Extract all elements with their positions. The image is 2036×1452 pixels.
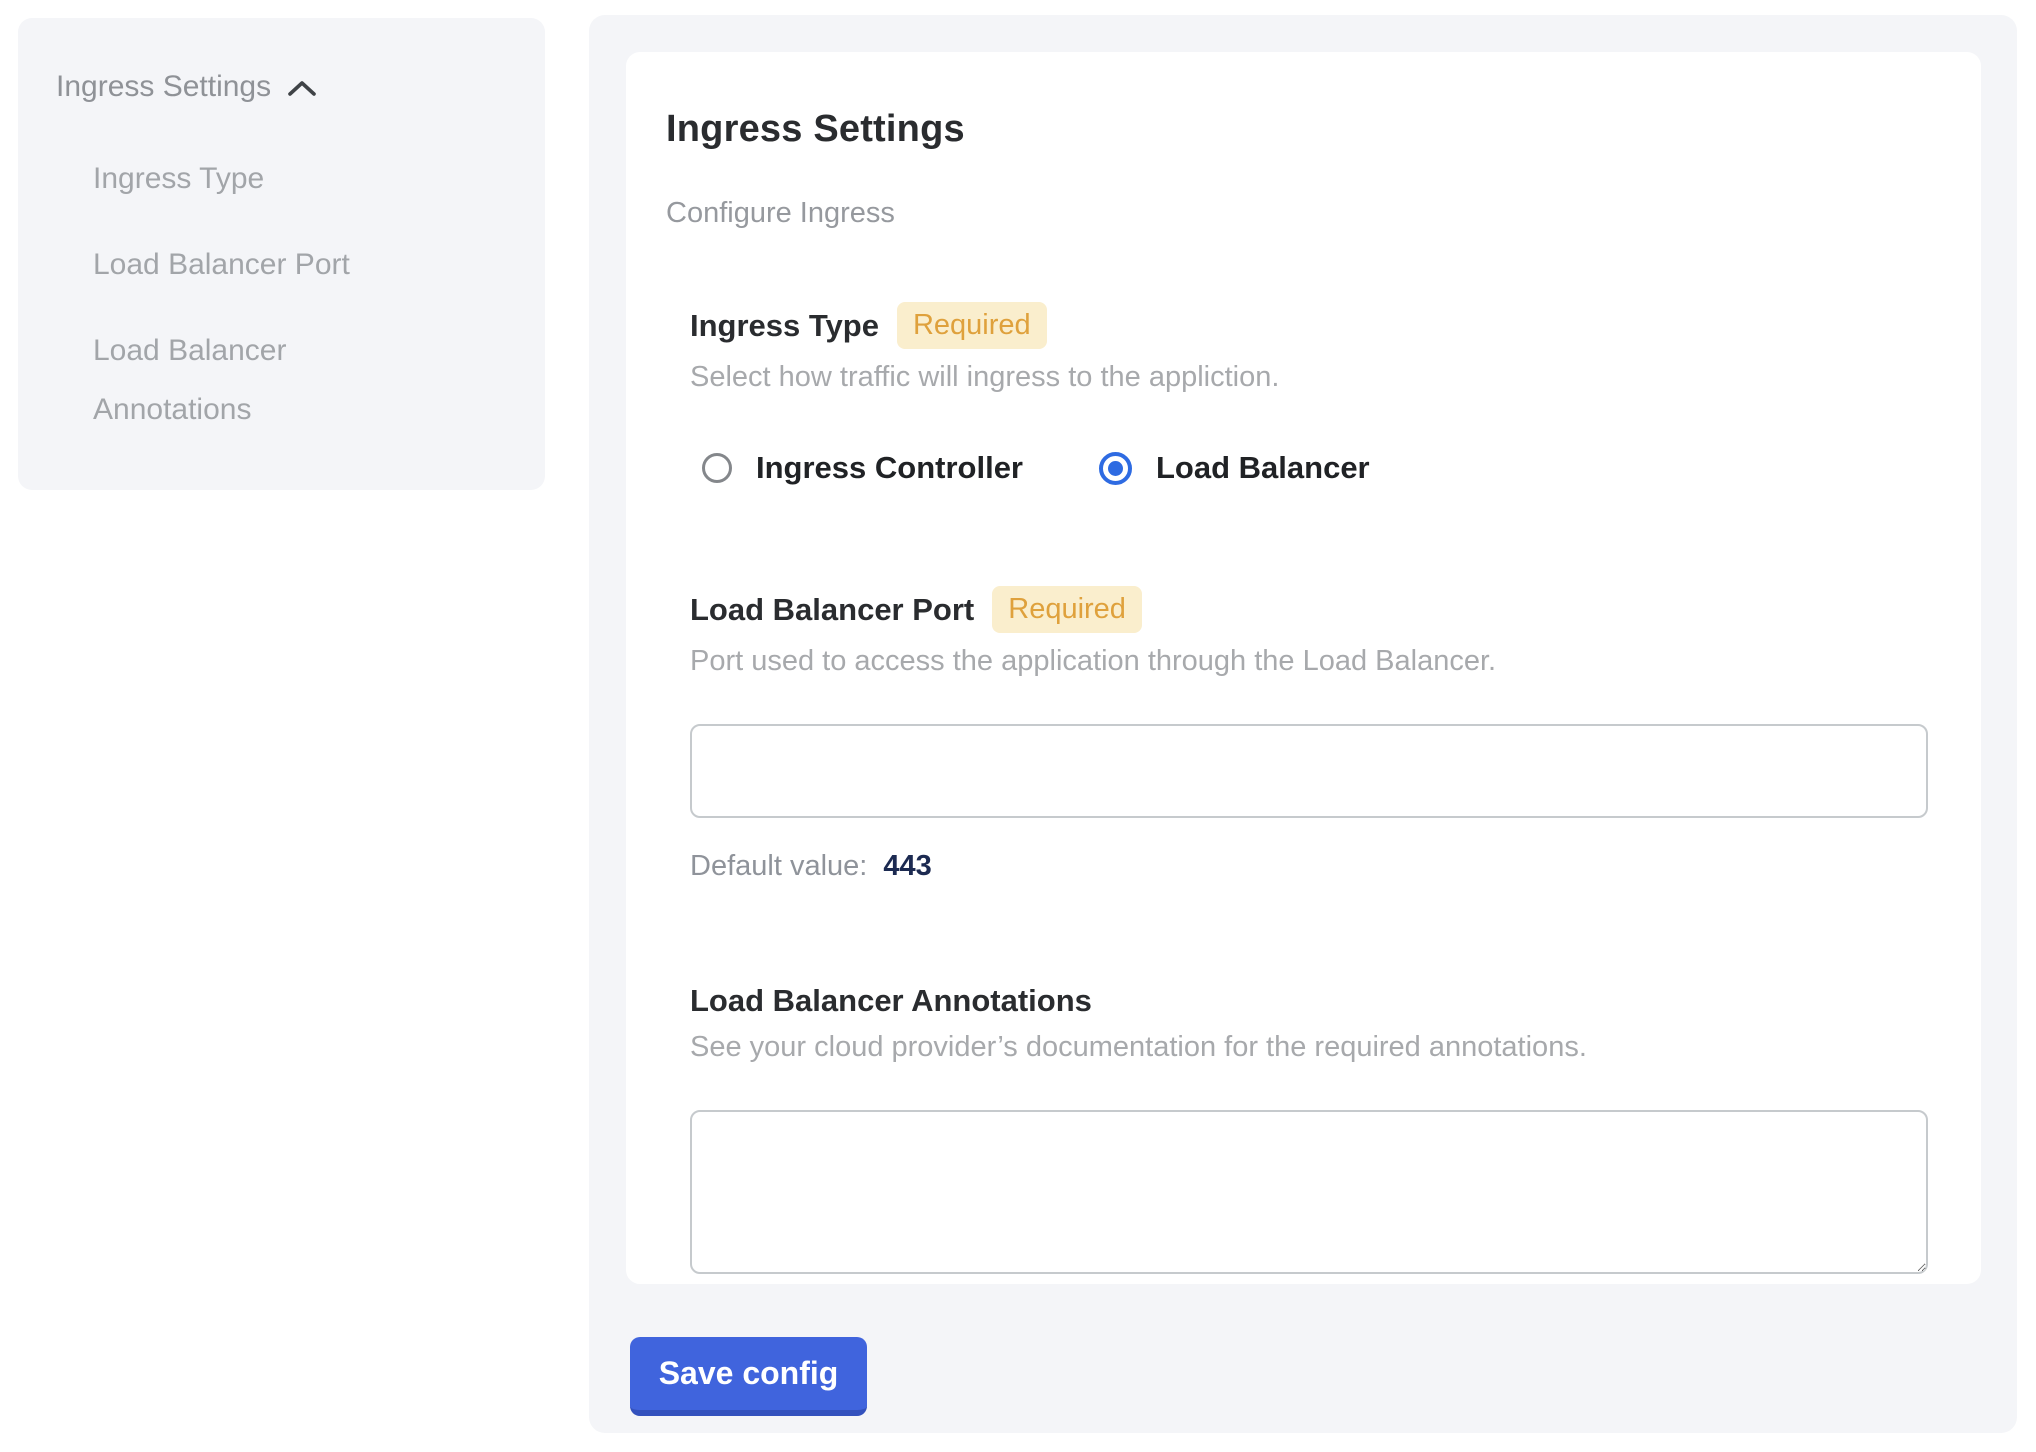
page-title: Ingress Settings [666,108,1941,151]
sidebar-item-load-balancer-annotations[interactable]: Load Balancer Annotations [93,321,438,439]
lb-annotations-description: See your cloud provider’s documentation … [690,1031,1941,1064]
ingress-type-label-row: Ingress Type Required [690,302,1941,349]
settings-sidebar: Ingress Settings Ingress Type Load Balan… [18,18,545,490]
section-load-balancer-annotations: Load Balancer Annotations See your cloud… [690,983,1941,1274]
page-subtitle: Configure Ingress [666,197,1941,230]
section-load-balancer-port: Load Balancer Port Required Port used to… [690,586,1941,883]
main-panel: Ingress Settings Configure Ingress Ingre… [589,15,2017,1433]
lb-port-label-row: Load Balancer Port Required [690,586,1941,633]
default-value: 443 [883,850,931,882]
ingress-type-label: Ingress Type [690,308,879,344]
sidebar-items: Ingress Type Load Balancer Port Load Bal… [56,149,507,439]
required-badge: Required [992,586,1142,633]
sidebar-group-ingress-settings[interactable]: Ingress Settings [56,70,507,104]
radio-label-ingress-controller: Ingress Controller [756,450,1023,486]
sidebar-item-ingress-type[interactable]: Ingress Type [93,149,438,208]
lb-port-default-line: Default value: 443 [690,850,1941,883]
ingress-type-description: Select how traffic will ingress to the a… [690,361,1941,394]
lb-annotations-textarea[interactable] [690,1110,1928,1274]
radio-label-load-balancer: Load Balancer [1156,450,1370,486]
radio-option-ingress-controller[interactable]: Ingress Controller [702,450,1023,486]
save-config-button[interactable]: Save config [630,1337,867,1416]
radio-dot [1108,461,1123,476]
ingress-type-radio-group: Ingress Controller Load Balancer [702,450,1941,486]
sidebar-group-label: Ingress Settings [56,70,271,104]
sidebar-item-load-balancer-port[interactable]: Load Balancer Port [93,235,438,294]
lb-port-description: Port used to access the application thro… [690,645,1941,678]
lb-port-input[interactable] [690,724,1928,818]
section-ingress-type: Ingress Type Required Select how traffic… [690,302,1941,486]
ingress-settings-card: Ingress Settings Configure Ingress Ingre… [626,52,1981,1284]
default-value-label: Default value: [690,850,867,882]
radio-checked-icon[interactable] [1099,452,1132,485]
radio-option-load-balancer[interactable]: Load Balancer [1099,450,1370,486]
chevron-up-icon [287,79,317,99]
lb-annotations-label-row: Load Balancer Annotations [690,983,1941,1019]
lb-annotations-label: Load Balancer Annotations [690,983,1092,1019]
required-badge: Required [897,302,1047,349]
radio-unchecked-icon[interactable] [702,453,732,483]
form-sections: Ingress Type Required Select how traffic… [690,302,1941,1274]
lb-port-label: Load Balancer Port [690,592,974,628]
